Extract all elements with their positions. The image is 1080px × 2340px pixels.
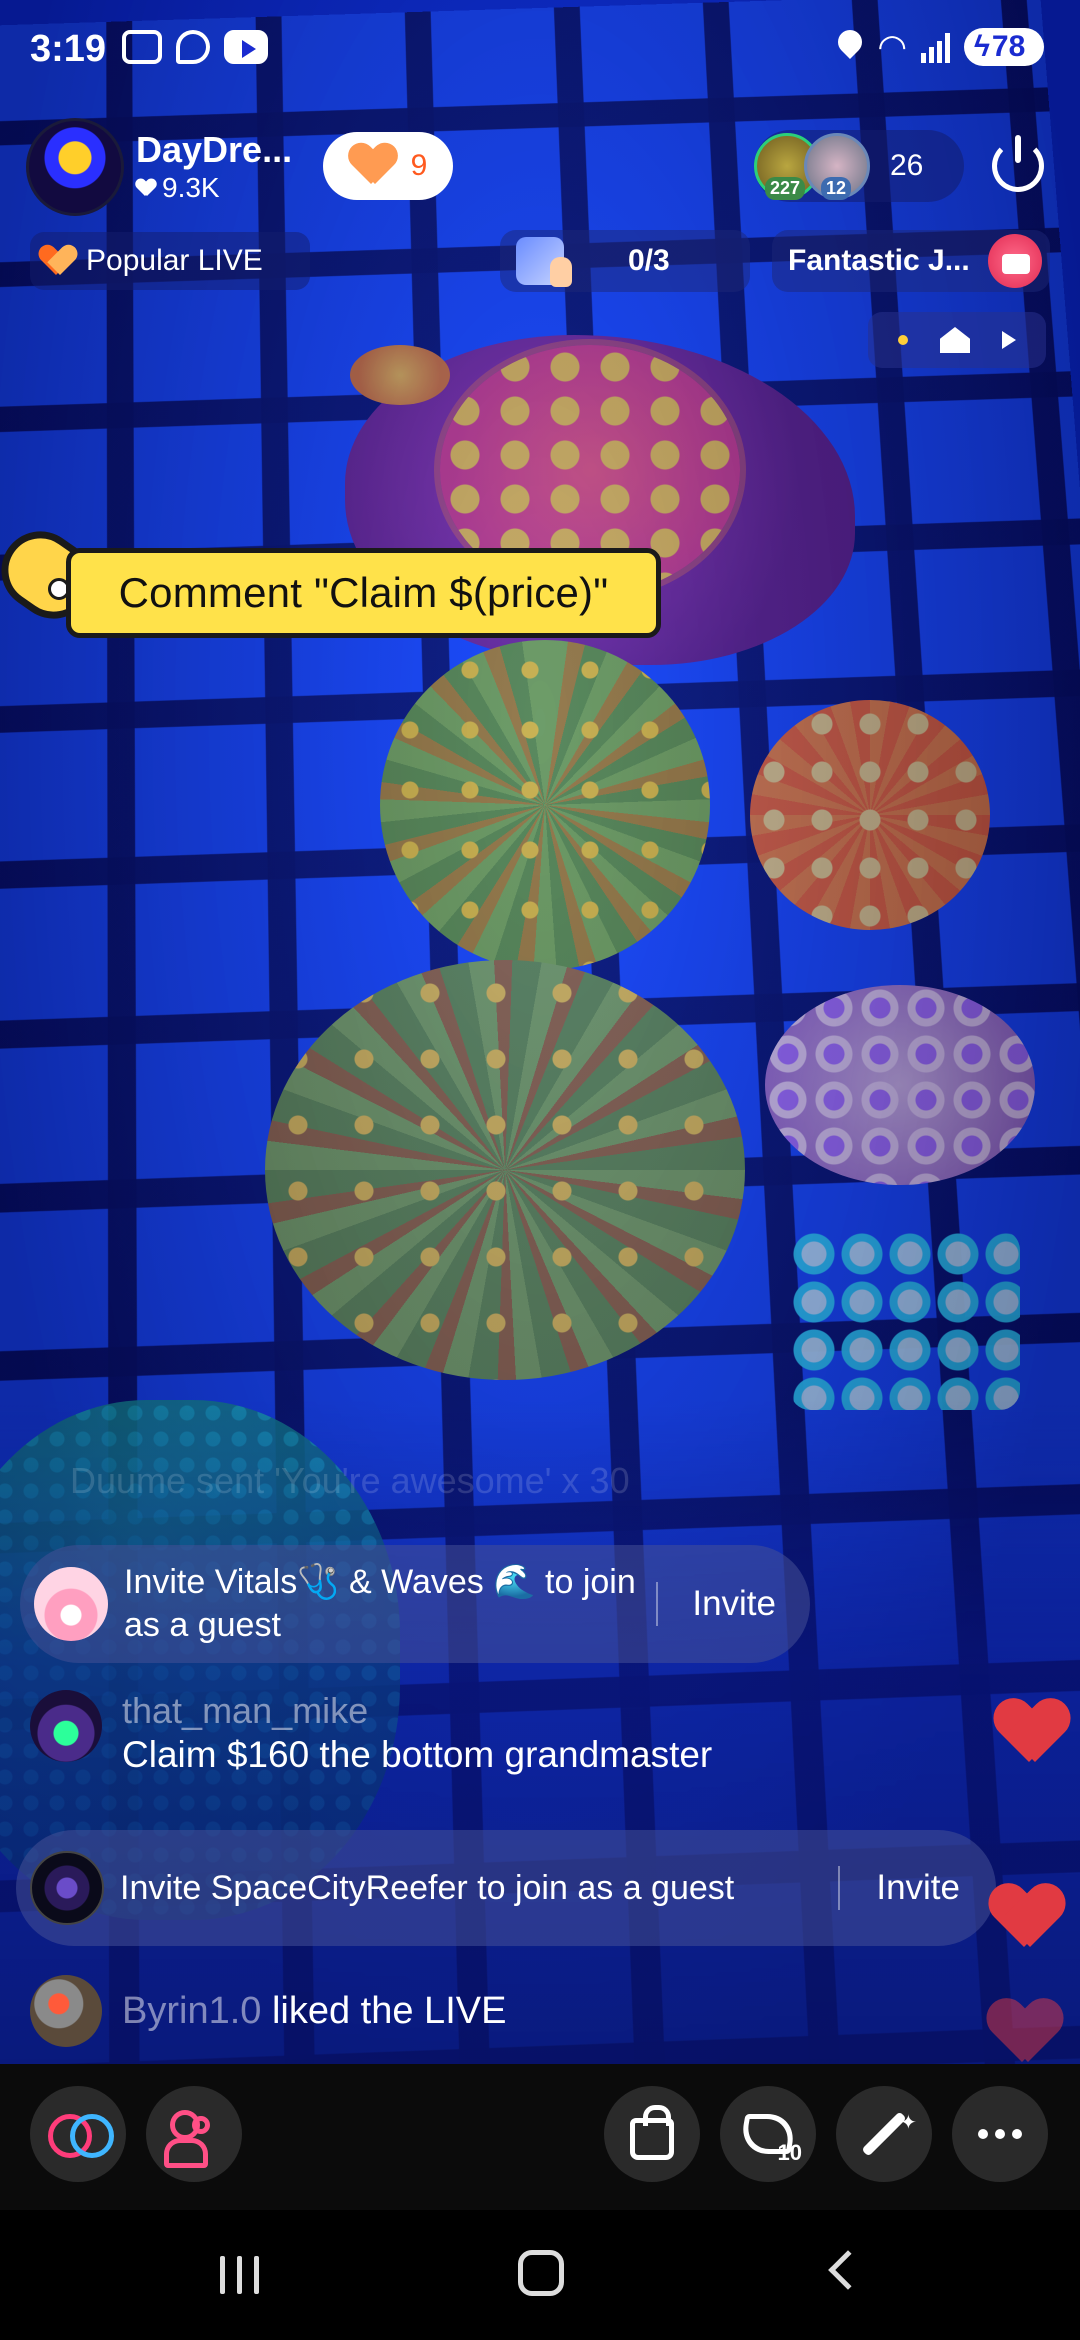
battery-bolt-icon: ϟ [974,30,990,63]
status-bar: 3:19 ◠ ϟ 78 [0,0,1080,100]
viewer-badge: 227 [765,177,806,200]
play-icon[interactable] [1002,331,1016,349]
follow-count: 9 [410,149,428,182]
status-notification-icons [122,30,268,64]
mini-controls[interactable] [868,312,1046,368]
heart-icon [42,245,76,277]
chat-like-event: Byrin1.0 liked the LIVE [30,1975,506,2047]
invite-text: Invite SpaceCityReefer to join as a gues… [120,1868,735,1907]
invite-button[interactable]: Invite [658,1584,810,1624]
goal-widget[interactable]: 0/3 [500,230,750,292]
invite-text: Invite Vitals🩺 & Waves 🌊 to join as a gu… [124,1563,636,1644]
floating-heart-icon [990,1885,1062,1949]
guest-button[interactable] [146,2086,242,2182]
chat-avatar[interactable] [30,1975,102,2047]
sparkle-icon: ✦ [900,2112,917,2134]
chat-avatar[interactable] [30,1690,102,1762]
share-count: 10 [777,2140,802,2165]
claim-banner-text: Comment "Claim $(price)" [66,548,661,638]
screenshot-icon [122,30,162,64]
home-icon[interactable] [940,327,970,353]
more-options-button[interactable] [952,2086,1048,2182]
goal-icon [516,237,572,287]
back-icon[interactable] [828,2250,868,2290]
faded-chat-message: Duume sent 'You're awesome' x 30 [70,1460,630,1501]
recent-apps-icon[interactable] [220,2256,259,2294]
popular-live-badge[interactable]: Popular LIVE [30,232,310,290]
system-nav-bar [0,2210,1080,2340]
heart-icon [349,144,397,188]
claim-banner: Comment "Claim $(price)" [0,530,680,640]
popular-live-label: Popular LIVE [86,244,263,277]
viewer-list[interactable]: 227 12 26 [754,130,964,202]
people-icon [164,2108,224,2168]
share-button[interactable]: 10 [720,2086,816,2182]
signal-icon [921,31,950,63]
follow-button[interactable]: 9 [323,132,453,200]
viewer-badge: 12 [821,177,852,200]
host-avatar[interactable] [26,118,124,216]
invitee-avatar[interactable] [34,1567,108,1641]
status-time: 3:19 [30,28,107,70]
host-profile[interactable]: DayDre... 9.3K [26,118,316,216]
liked-text: liked the LIVE [261,1989,507,2032]
gift-icon [988,234,1042,288]
battery-level: 78 [991,30,1026,63]
youtube-icon [224,30,268,64]
link-icon [48,2114,114,2158]
shopping-bag-icon [630,2105,674,2160]
host-likes-count: 9.3K [162,172,220,203]
shop-button[interactable] [604,2086,700,2182]
home-nav-icon[interactable] [518,2250,564,2296]
floating-heart-icon [995,1700,1067,1764]
status-dot-icon [898,335,908,345]
wifi-icon: ◠ [877,28,907,66]
invitee-avatar[interactable] [30,1851,104,1925]
chat-message: that_man_mike Claim $160 the bottom gran… [30,1690,712,1778]
viewer-avatar[interactable]: 12 [804,133,870,200]
bottom-toolbar: 10 ✦ [0,2064,1080,2210]
invite-guest-card: Invite SpaceCityReefer to join as a gues… [16,1830,996,1946]
viewer-count: 26 [890,149,924,182]
host-name: DayDre... [136,129,293,170]
more-dots-icon [978,2129,1022,2139]
floating-heart-icon [988,2000,1060,2064]
chat-text: Claim $160 the bottom grandmaster [122,1734,713,1775]
battery-indicator: ϟ 78 [964,28,1044,66]
gift-label: Fantastic J... [788,244,970,277]
location-icon [837,30,863,64]
chat-bubble-icon [176,30,210,64]
chat-username[interactable]: Byrin1.0 [122,1990,261,2032]
status-system-icons: ◠ ϟ 78 [837,28,1044,66]
effects-button[interactable]: ✦ [836,2086,932,2182]
invite-guest-card: Invite Vitals🩺 & Waves 🌊 to join as a gu… [20,1545,810,1663]
gift-widget[interactable]: Fantastic J... [772,230,1050,292]
host-likes: 9.3K [136,171,292,205]
invite-button[interactable]: Invite [840,1868,996,1908]
power-icon[interactable] [992,135,1044,192]
goal-progress: 0/3 [628,244,670,277]
chat-username[interactable]: that_man_mike [122,1690,712,1732]
heart-icon [136,179,156,197]
co-host-button[interactable] [30,2086,126,2182]
